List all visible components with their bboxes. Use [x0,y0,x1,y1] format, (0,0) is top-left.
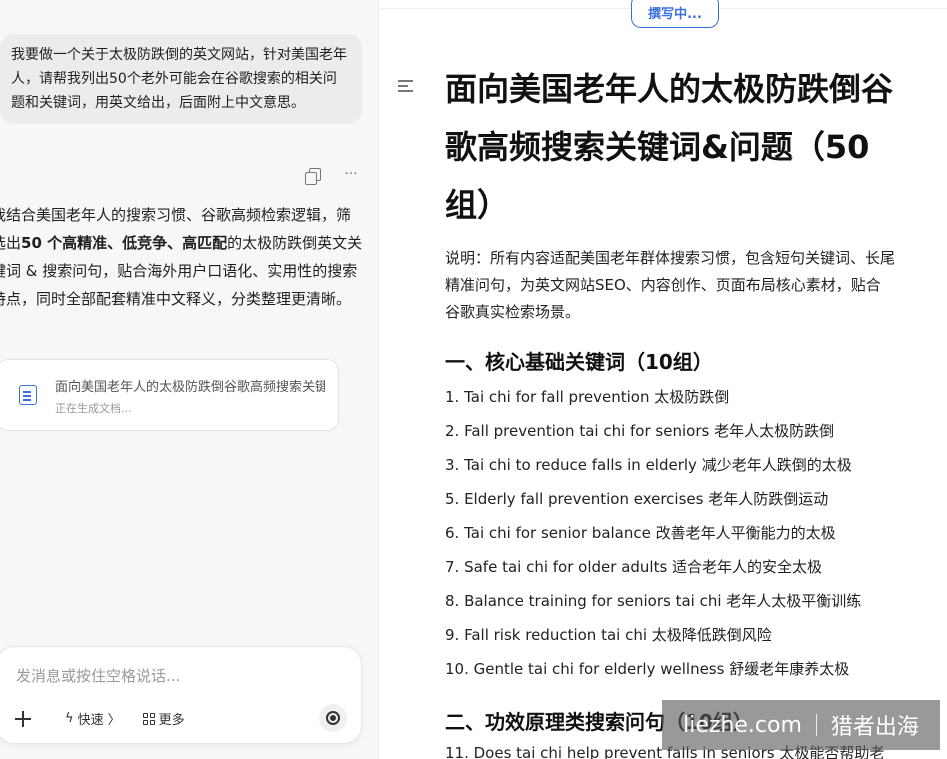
fast-mode-button[interactable]: ϟ 快速 〉 [65,709,121,728]
message-actions: ··· [305,165,360,185]
list-item: 3. Tai chi to reduce falls in elderly 减少… [445,456,852,474]
watermark-separator [815,714,817,736]
assistant-text-bold: 50 个高精准、低竞争、高匹配 [21,234,228,252]
grid-icon [142,712,155,725]
composer-toolbar: ϟ 快速 〉 更多 [15,709,207,728]
copy-icon [305,167,321,185]
document-card-title: 面向美国老年人的太极防跌倒谷歌高频搜索关键词&问题（50组） [55,380,325,395]
writing-status-pill: 撰写中... [631,0,719,28]
list-item: 5. Elderly fall prevention exercises 老年人… [445,490,829,508]
record-icon [326,711,340,725]
lightning-icon: ϟ [65,711,74,726]
message-input[interactable]: 发消息或按住空格说话... [16,665,180,686]
list-item: 8. Balance training for seniors tai chi … [445,592,862,610]
list-item: 1. Tai chi for fall prevention 太极防跌倒 [445,388,730,406]
keyword-list: 1. Tai chi for fall prevention 太极防跌倒 2. … [445,380,925,686]
document-note: 说明：所有内容适配美国老年群体搜索习惯，包含短句关键词、长尾精准问句，为英文网站… [445,249,896,321]
generated-document-card[interactable]: 面向美国老年人的太极防跌倒谷歌高频搜索关键词&问题（50组） 正在生成文档... [0,359,339,431]
list-item: 10. Gentle tai chi for elderly wellness … [445,660,850,678]
assistant-message: 我结合美国老年人的搜索习惯、谷歌高频检索逻辑，筛选出50 个高精准、低竞争、高匹… [0,201,363,313]
table-of-contents-icon[interactable] [398,80,413,92]
watermark: liezhe.com 猎者出海 [662,700,940,750]
list-item: 9. Fall risk reduction tai chi 太极降低跌倒风险 [445,626,772,644]
message-composer: 发消息或按住空格说话... ϟ 快速 〉 更多 [0,646,362,744]
section-heading-1: 一、核心基础关键词（10组） [445,350,713,374]
ellipsis-icon: ··· [344,166,358,182]
add-attachment-button[interactable] [15,710,31,727]
more-tools-button[interactable]: 更多 [142,709,185,728]
watermark-brand: 猎者出海 [830,715,919,740]
list-item: 7. Safe tai chi for older adults 适合老年人的安… [445,558,823,576]
copy-button[interactable] [305,165,324,185]
user-message-bubble: 我要做一个关于太极防跌倒的英文网站，针对美国老年人，请帮我列出50个老外可能会在… [0,34,362,124]
list-item: 2. Fall prevention tai chi for seniors 老… [445,422,835,440]
document-icon [19,385,37,405]
document-card-status: 正在生成文档... [55,402,132,415]
document-title: 面向美国老年人的太极防跌倒谷歌高频搜索关键词&问题（50组） [445,70,894,224]
fast-mode-label: 快速 [77,713,104,728]
watermark-site: liezhe.com [683,712,802,738]
more-options-button[interactable]: ··· [342,165,360,183]
chevron-icon: 〉 [107,713,121,728]
document-pane: 撰写中... 面向美国老年人的太极防跌倒谷歌高频搜索关键词&问题（50组） 说明… [380,0,947,759]
chat-pane: 我要做一个关于太极防跌倒的英文网站，针对美国老年人，请帮我列出50个老外可能会在… [0,0,379,759]
voice-input-button[interactable] [319,704,347,732]
list-item: 6. Tai chi for senior balance 改善老年人平衡能力的… [445,524,836,542]
more-tools-label: 更多 [158,713,185,728]
